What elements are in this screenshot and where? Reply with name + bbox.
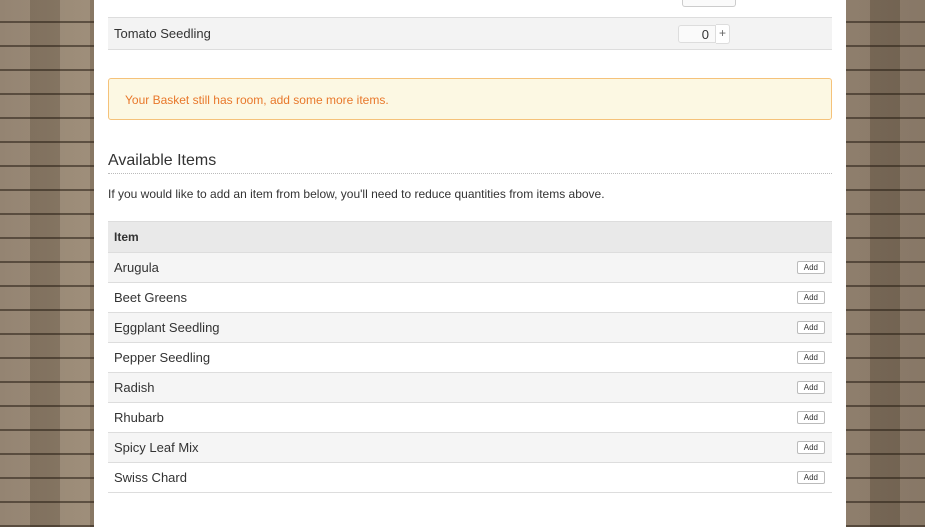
item-name: Radish — [114, 380, 155, 395]
item-name: Eggplant Seedling — [114, 320, 220, 335]
table-row: Beet Greens Add — [108, 283, 832, 313]
basket-item-name: Tomato Seedling — [114, 26, 211, 41]
add-button[interactable]: Add — [796, 471, 825, 484]
add-button[interactable]: Add — [796, 291, 825, 304]
available-items-note: If you would like to add an item from be… — [108, 187, 605, 201]
item-name: Pepper Seedling — [114, 350, 211, 365]
table-body: Arugula Add Beet Greens Add Eggplant See… — [108, 253, 832, 493]
add-button[interactable]: Add — [796, 411, 825, 424]
add-button[interactable]: Add — [796, 261, 825, 274]
add-button[interactable]: Add — [796, 351, 825, 364]
quantity-field-cut-off — [682, 0, 736, 7]
item-name: Arugula — [114, 260, 159, 275]
column-header-item: Item — [114, 230, 139, 244]
table-row: Spicy Leaf Mix Add — [108, 433, 832, 463]
alert-message: Your Basket still has room, add some mor… — [125, 93, 389, 107]
table-header: Item — [108, 222, 832, 253]
increment-button[interactable]: + — [716, 23, 730, 44]
add-button[interactable]: Add — [796, 441, 825, 454]
table-row: Eggplant Seedling Add — [108, 313, 832, 343]
basket-row: Tomato Seedling 0 + — [108, 17, 832, 50]
available-items-title: Available Items — [108, 152, 832, 174]
table-row: Rhubarb Add — [108, 403, 832, 433]
table-row: Arugula Add — [108, 253, 832, 283]
add-button[interactable]: Add — [796, 381, 825, 394]
quantity-stepper: 0 + — [678, 23, 730, 44]
basket-page: Tomato Seedling 0 + Your Basket still ha… — [94, 0, 846, 527]
item-name: Spicy Leaf Mix — [114, 440, 199, 455]
item-name: Swiss Chard — [114, 470, 187, 485]
available-items-table: Item Arugula Add Beet Greens Add Eggplan… — [108, 221, 832, 493]
basket-room-alert: Your Basket still has room, add some mor… — [108, 78, 832, 120]
table-row: Radish Add — [108, 373, 832, 403]
add-button[interactable]: Add — [796, 321, 825, 334]
quantity-field[interactable]: 0 — [678, 24, 716, 43]
item-name: Rhubarb — [114, 410, 164, 425]
table-row: Swiss Chard Add — [108, 463, 832, 493]
item-name: Beet Greens — [114, 290, 187, 305]
table-row: Pepper Seedling Add — [108, 343, 832, 373]
